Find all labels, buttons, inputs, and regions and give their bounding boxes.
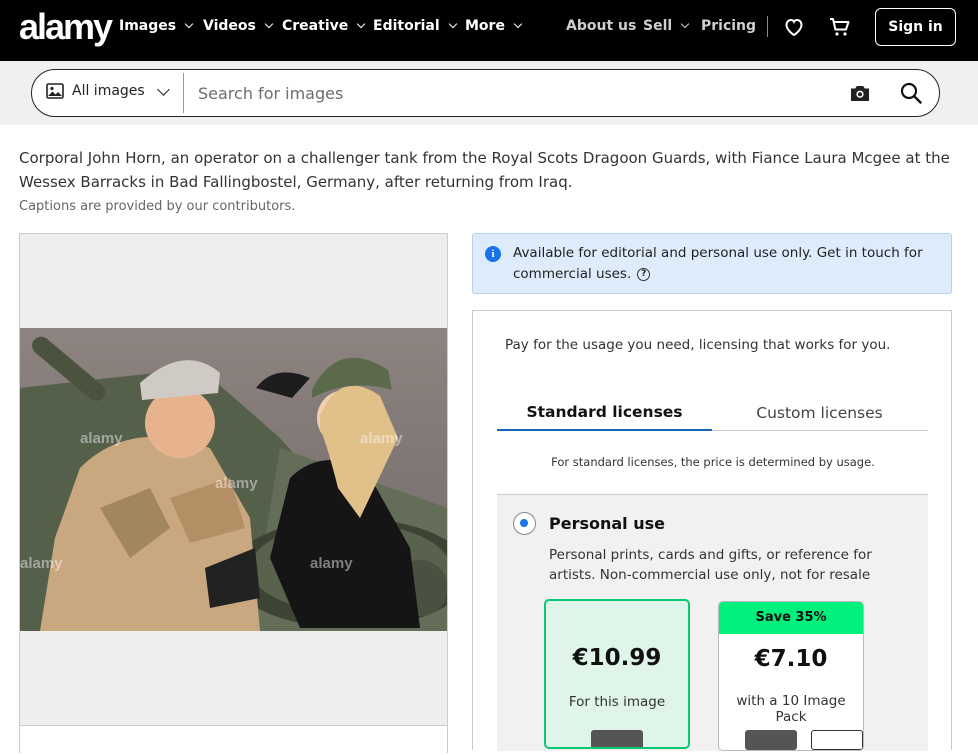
nav-videos[interactable]: Videos [203, 18, 274, 34]
nav-divider [767, 16, 768, 37]
use-description: Personal prints, cards and gifts, or ref… [549, 547, 872, 583]
price-amount: €7.10 [754, 646, 828, 672]
price-label: For this image [568, 694, 666, 710]
pack-placeholder [811, 730, 863, 750]
price-label: with a 10 Image Pack [736, 693, 846, 725]
cart-icon[interactable] [828, 15, 852, 39]
chevron-down-icon [356, 19, 366, 29]
nav-pricing-label: Pricing [701, 18, 757, 34]
license-tabs: Standard licenses Custom licenses [497, 383, 928, 431]
info-icon: i [485, 246, 501, 262]
nav-sell[interactable]: Sell [643, 18, 690, 34]
notice-message: Available for editorial and personal use… [513, 245, 923, 282]
search-divider [183, 73, 184, 113]
nav-editorial-label: Editorial [373, 18, 440, 34]
nav-more-label: More [465, 18, 505, 34]
photo-illustration: alamy alamy alamy alamy alamy [20, 328, 447, 631]
chevron-down-icon [513, 19, 523, 29]
chevron-down-icon [184, 19, 194, 29]
watermark-5: alamy [310, 555, 353, 572]
caption-disclaimer: Captions are provided by our contributor… [19, 199, 296, 214]
chevron-down-icon [264, 19, 274, 29]
chevron-down-icon [448, 19, 457, 29]
top-nav: alamy Images Videos Creative Editorial M… [0, 0, 978, 61]
search-bar: All images [31, 69, 940, 117]
use-title: Personal use [549, 514, 665, 533]
image-icon [46, 83, 64, 99]
image-pack-price-card[interactable]: Save 35% €7.10 with a 10 Image Pack [718, 601, 864, 751]
nav-creative[interactable]: Creative [282, 18, 366, 34]
watermark-1: alamy [80, 430, 123, 447]
search-scope-label: All images [72, 83, 145, 99]
nav-sell-label: Sell [643, 18, 673, 34]
tab-standard-licenses[interactable]: Standard licenses [497, 383, 712, 431]
heart-icon[interactable] [782, 15, 806, 39]
camera-icon[interactable] [849, 82, 871, 104]
chevron-down-icon [156, 82, 170, 96]
chevron-down-icon [680, 19, 690, 29]
help-icon[interactable]: ? [637, 267, 651, 281]
image-viewer: alamy alamy alamy alamy alamy [19, 233, 448, 755]
sign-in-button[interactable]: Sign in [875, 8, 956, 46]
nav-pricing[interactable]: Pricing [701, 18, 756, 34]
licensing-note: For standard licenses, the price is dete… [551, 455, 875, 469]
nav-videos-label: Videos [203, 18, 256, 34]
nav-about-label: About us [566, 18, 637, 34]
search-scope-dropdown[interactable]: All images [46, 82, 170, 99]
stock-photo[interactable]: alamy alamy alamy alamy alamy [20, 328, 447, 631]
image-thumbnail [745, 730, 797, 750]
nav-images[interactable]: Images [119, 18, 194, 34]
nav-creative-label: Creative [282, 18, 349, 34]
nav-editorial[interactable]: Editorial [373, 18, 457, 34]
licensing-intro: Pay for the usage you need, licensing th… [505, 337, 891, 353]
tab-custom-licenses[interactable]: Custom licenses [712, 383, 927, 431]
single-image-price-card[interactable]: €10.99 For this image [544, 599, 690, 749]
watermark-2: alamy [360, 430, 403, 447]
personal-use-radio[interactable] [513, 512, 536, 535]
search-icon[interactable] [899, 81, 923, 105]
nav-more[interactable]: More [465, 18, 523, 34]
search-input[interactable] [198, 78, 828, 108]
save-badge: Save 35% [719, 602, 863, 634]
watermark-3: alamy [215, 475, 258, 492]
watermark-4: alamy [20, 555, 63, 572]
personal-use-option: Personal use Personal prints, cards and … [497, 494, 928, 751]
price-amount: €10.99 [572, 645, 662, 671]
search-band: All images [0, 61, 978, 125]
image-caption: Corporal John Horn, an operator on a cha… [19, 149, 950, 191]
licensing-panel: Pay for the usage you need, licensing th… [472, 310, 952, 751]
nav-images-label: Images [119, 18, 177, 34]
alamy-logo[interactable]: alamy [19, 6, 113, 48]
notice-text: Available for editorial and personal use… [513, 243, 933, 285]
nav-about-us[interactable]: About us [566, 18, 636, 34]
editorial-notice: i Available for editorial and personal u… [472, 233, 952, 294]
image-footer [20, 725, 447, 755]
